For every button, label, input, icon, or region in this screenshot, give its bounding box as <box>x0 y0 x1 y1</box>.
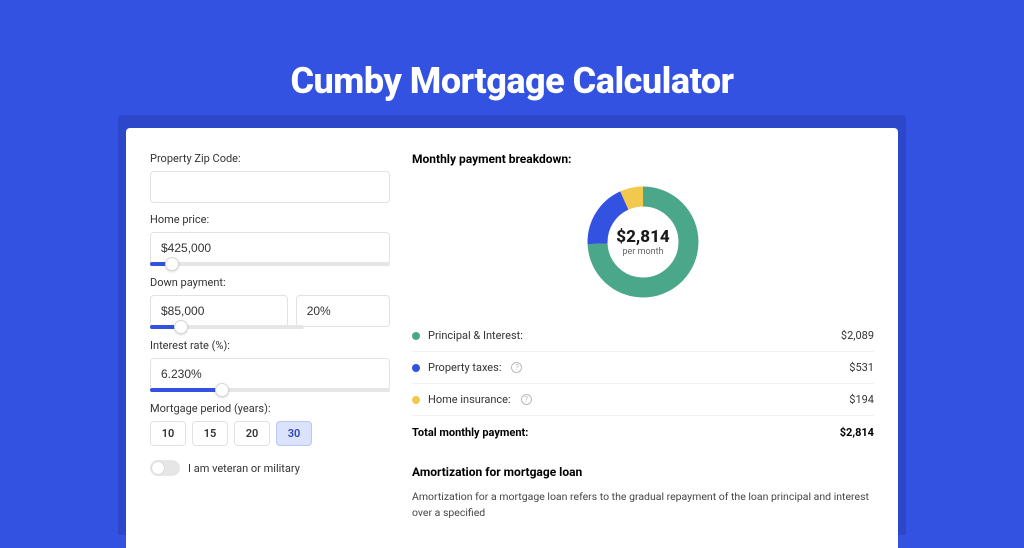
home-price-label: Home price: <box>150 213 390 226</box>
period-option-10[interactable]: 10 <box>150 421 186 446</box>
breakdown-column: Monthly payment breakdown: $2,814 per mo… <box>412 152 874 548</box>
period-option-30[interactable]: 30 <box>276 421 312 446</box>
down-payment-slider[interactable] <box>150 325 304 329</box>
down-payment-input[interactable] <box>150 295 288 327</box>
legend-value: $2,089 <box>841 329 874 342</box>
period-option-15[interactable]: 15 <box>192 421 228 446</box>
veteran-toggle[interactable] <box>150 460 180 476</box>
legend-label: Principal & Interest: <box>428 329 523 342</box>
zip-label: Property Zip Code: <box>150 152 390 165</box>
breakdown-title: Monthly payment breakdown: <box>412 152 874 166</box>
interest-input[interactable] <box>150 358 390 390</box>
page-title: Cumby Mortgage Calculator <box>0 0 1024 102</box>
inputs-column: Property Zip Code: Home price: Down paym… <box>150 152 390 548</box>
legend-row: Home insurance:? $194 <box>412 384 874 416</box>
period-option-20[interactable]: 20 <box>234 421 270 446</box>
veteran-row: I am veteran or military <box>150 460 390 476</box>
period-group: Mortgage period (years): 10152030 <box>150 402 390 446</box>
legend-row: Principal & Interest: $2,089 <box>412 320 874 352</box>
zip-input[interactable] <box>150 171 390 203</box>
home-price-input[interactable] <box>150 232 390 264</box>
legend-total-row: Total monthly payment: $2,814 <box>412 416 874 453</box>
legend-value: $194 <box>849 393 874 406</box>
period-label: Mortgage period (years): <box>150 402 390 415</box>
donut-center: $2,814 per month <box>616 227 669 257</box>
legend-dot <box>412 364 420 372</box>
legend-label: Home insurance: <box>428 393 511 406</box>
legend-label: Property taxes: <box>428 361 501 374</box>
zip-group: Property Zip Code: <box>150 152 390 203</box>
slider-thumb[interactable] <box>165 257 179 271</box>
amortization-text: Amortization for a mortgage loan refers … <box>412 489 874 521</box>
period-options: 10152030 <box>150 421 390 446</box>
donut-chart: $2,814 per month <box>412 176 874 320</box>
donut-sub: per month <box>616 247 669 257</box>
donut-amount: $2,814 <box>616 227 669 247</box>
slider-thumb[interactable] <box>174 320 188 334</box>
veteran-label: I am veteran or military <box>188 462 300 475</box>
legend-dot <box>412 396 420 404</box>
legend-dot <box>412 332 420 340</box>
total-label: Total monthly payment: <box>412 426 528 439</box>
legend-list: Principal & Interest: $2,089 Property taxe… <box>412 320 874 416</box>
interest-label: Interest rate (%): <box>150 339 390 352</box>
legend-row: Property taxes:? $531 <box>412 352 874 384</box>
amortization-title: Amortization for mortgage loan <box>412 465 874 479</box>
info-icon[interactable]: ? <box>521 394 532 405</box>
calculator-card: Property Zip Code: Home price: Down paym… <box>126 128 898 548</box>
legend-value: $531 <box>849 361 874 374</box>
total-value: $2,814 <box>840 426 874 439</box>
home-price-group: Home price: <box>150 213 390 266</box>
down-payment-group: Down payment: <box>150 276 390 329</box>
slider-thumb[interactable] <box>215 383 229 397</box>
down-payment-label: Down payment: <box>150 276 390 289</box>
home-price-slider[interactable] <box>150 262 390 266</box>
interest-group: Interest rate (%): <box>150 339 390 392</box>
info-icon[interactable]: ? <box>511 362 522 373</box>
interest-slider[interactable] <box>150 388 390 392</box>
down-payment-percent-input[interactable] <box>296 295 390 327</box>
